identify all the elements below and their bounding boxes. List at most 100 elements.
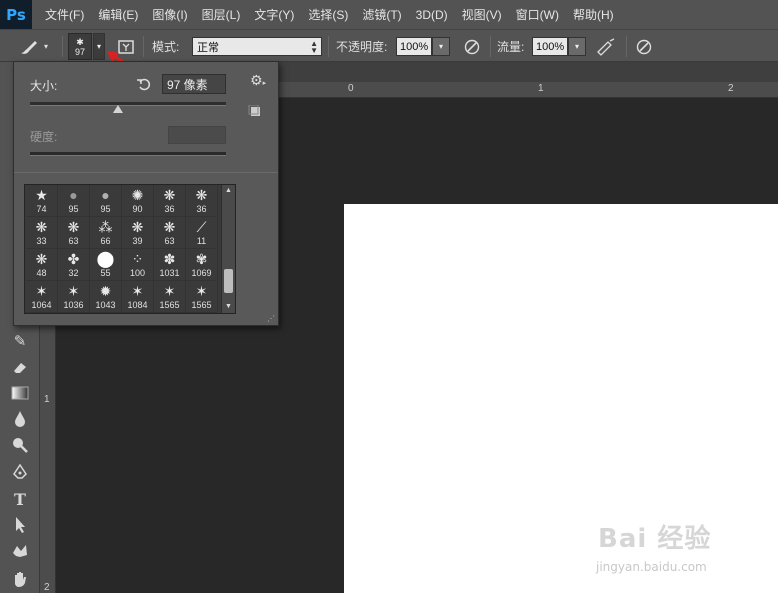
flow-dropdown[interactable]: ▾ xyxy=(568,37,586,56)
brush-preset-item[interactable]: ✤ 32 xyxy=(58,249,90,281)
brush-preset-item[interactable]: ⁘ 100 xyxy=(122,249,154,281)
brush-size-label: 1031 xyxy=(159,268,180,278)
gradient-icon[interactable] xyxy=(8,382,32,404)
size-slider-thumb[interactable] xyxy=(113,105,124,113)
brush-preset-item[interactable]: ⬤ 55 xyxy=(90,249,122,281)
brush-preset-item[interactable]: ✽ 1031 xyxy=(154,249,186,281)
menu-help[interactable]: 帮助(H) xyxy=(566,6,621,23)
hand-icon[interactable] xyxy=(8,568,32,590)
settings-gear-button[interactable]: ⚙▸ xyxy=(250,72,270,90)
brush-preset-grid: ★ 74 ● 95 ● 95 ✺ 90 ❋ 36 ❋ 36 ❋ 33 ❋ 63 ⁂ 66 ❋ 39 ❋ 63 ⟋ 11 ❋ 48 ✤… xyxy=(25,185,221,313)
brush-size-label: 74 xyxy=(36,204,47,214)
brush-preset-list: ★ 74 ● 95 ● 95 ✺ 90 ❋ 36 ❋ 36 ❋ 33 ❋ 63 ⁂ 66 ❋ 39 ❋ 63 ⟋ 11 ❋ 48 ✤… xyxy=(24,184,236,314)
brush-tip-icon: ✶ xyxy=(163,283,176,299)
brush-preset-item[interactable]: ✾ 1069 xyxy=(186,249,218,281)
brush-preset-item[interactable]: ❋ 33 xyxy=(26,217,58,249)
brush-preset-item[interactable]: ❋ 36 xyxy=(186,185,218,217)
new-preset-button[interactable] xyxy=(248,104,262,116)
menu-file[interactable]: 文件(F) xyxy=(38,6,91,23)
brush-preset-item[interactable]: ✶ 1084 xyxy=(122,281,154,313)
opacity-input[interactable]: 100% xyxy=(396,37,432,56)
new-preset-icon xyxy=(248,104,260,116)
brush-tip-icon: ✱ xyxy=(76,36,84,47)
updown-arrow-icon: ▲ ▼ xyxy=(310,39,318,55)
mode-label: 模式: xyxy=(152,40,180,54)
brush-tip-icon: ⁘ xyxy=(131,251,144,267)
brush-preset-item[interactable]: ❋ 48 xyxy=(26,249,58,281)
brush-preset-item[interactable]: ✶ 1064 xyxy=(26,281,58,313)
ruler-label: 2 xyxy=(728,83,734,94)
ruler-label: 0 xyxy=(348,83,354,94)
brush-icon xyxy=(21,40,37,54)
brush-preset-item[interactable]: ✺ 90 xyxy=(122,185,154,217)
path-selection-icon[interactable] xyxy=(8,514,32,536)
brush-picker[interactable]: ✱ 97 ▾ xyxy=(68,30,105,63)
brush-tip-icon: ✾ xyxy=(195,251,208,267)
document-canvas[interactable] xyxy=(344,204,778,593)
brush-tool-preset-button[interactable]: ▾ xyxy=(18,30,48,63)
brush-preset-item[interactable]: ❋ 36 xyxy=(154,185,186,217)
flow-input[interactable]: 100% xyxy=(532,37,568,56)
pen-icon[interactable] xyxy=(8,462,32,484)
menu-3d[interactable]: 3D(D) xyxy=(409,8,455,22)
dodge-icon[interactable] xyxy=(8,434,32,456)
flow-label: 流量: xyxy=(497,40,525,54)
menu-layer[interactable]: 图层(L) xyxy=(195,6,248,23)
reset-size-button[interactable] xyxy=(136,76,152,92)
menu-image[interactable]: 图像(I) xyxy=(145,6,194,23)
ruler-label: 1 xyxy=(538,83,544,94)
brush-tip-icon: ✶ xyxy=(67,283,80,299)
opacity-dropdown[interactable]: ▾ xyxy=(432,37,450,56)
brush-preset-item[interactable]: ❋ 63 xyxy=(58,217,90,249)
resize-grip-icon[interactable]: ⋰ xyxy=(267,314,275,323)
brush-preset-item[interactable]: ⟋ 11 xyxy=(186,217,218,249)
brush-size-label: 1036 xyxy=(63,300,84,310)
history-brush-icon[interactable]: ✎ xyxy=(8,330,32,352)
pressure-size-icon[interactable] xyxy=(634,37,654,57)
scroll-down-icon[interactable]: ▼ xyxy=(225,303,232,310)
brush-tip-icon: ❋ xyxy=(35,219,48,235)
brush-size-label: 39 xyxy=(132,236,143,246)
brush-size-label: 100 xyxy=(129,268,146,278)
brush-size-label: 36 xyxy=(196,204,207,214)
brush-size-label: 55 xyxy=(100,268,111,278)
blend-mode-select[interactable]: 正常 ▲ ▼ xyxy=(192,37,322,56)
brush-preview[interactable]: ✱ 97 xyxy=(68,33,92,60)
brush-size-label: 33 xyxy=(36,236,47,246)
brush-list-scrollbar[interactable]: ▲ ▼ xyxy=(221,185,235,313)
brush-preset-item[interactable]: ✶ 1565 xyxy=(186,281,218,313)
menu-edit[interactable]: 编辑(E) xyxy=(91,6,145,23)
opacity-label: 不透明度: xyxy=(336,40,388,54)
brush-size-label: 63 xyxy=(68,236,79,246)
brush-preset-item[interactable]: ★ 74 xyxy=(26,185,58,217)
menu-window[interactable]: 窗口(W) xyxy=(509,6,566,23)
brush-tip-icon: ⁂ xyxy=(98,219,113,235)
brush-preset-item[interactable]: ✶ 1036 xyxy=(58,281,90,313)
type-tool-icon[interactable]: T xyxy=(8,488,32,510)
brush-preset-item[interactable]: ✹ 1043 xyxy=(90,281,122,313)
scroll-thumb[interactable] xyxy=(224,269,233,293)
eraser-icon[interactable] xyxy=(8,356,32,378)
brush-preset-item[interactable]: ⁂ 66 xyxy=(90,217,122,249)
brush-preset-item[interactable]: ● 95 xyxy=(58,185,90,217)
brush-preset-item[interactable]: ✶ 1565 xyxy=(154,281,186,313)
brush-tip-icon: ❋ xyxy=(35,251,48,267)
menu-type[interactable]: 文字(Y) xyxy=(247,6,301,23)
menu-select[interactable]: 选择(S) xyxy=(301,6,355,23)
brush-tip-icon: ✽ xyxy=(163,251,176,267)
blur-drop-icon[interactable] xyxy=(8,408,32,430)
menu-view[interactable]: 视图(V) xyxy=(455,6,509,23)
size-input[interactable]: 97 像素 xyxy=(162,74,226,94)
airbrush-icon[interactable] xyxy=(596,37,616,57)
size-slider-track[interactable] xyxy=(30,102,226,106)
brush-preset-item[interactable]: ❋ 39 xyxy=(122,217,154,249)
brush-preset-item[interactable]: ● 95 xyxy=(90,185,122,217)
pressure-opacity-icon[interactable] xyxy=(462,37,482,57)
ruler-label: 1 xyxy=(44,394,50,405)
scroll-up-icon[interactable]: ▲ xyxy=(225,187,232,194)
brush-size-label: 66 xyxy=(100,236,111,246)
brush-preset-item[interactable]: ❋ 63 xyxy=(154,217,186,249)
menu-filter[interactable]: 滤镜(T) xyxy=(355,6,408,23)
custom-shape-icon[interactable] xyxy=(8,540,32,562)
brush-tip-icon: ❋ xyxy=(131,219,144,235)
